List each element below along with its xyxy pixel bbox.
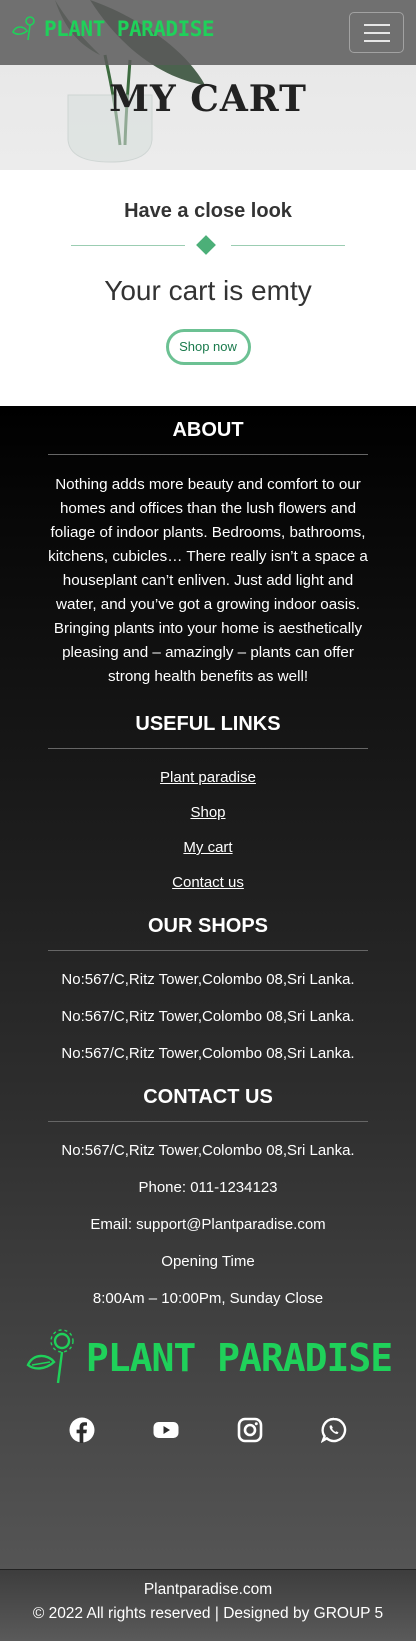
instagram-icon[interactable] bbox=[237, 1417, 263, 1443]
whatsapp-icon[interactable] bbox=[321, 1417, 347, 1443]
menu-toggle-button[interactable] bbox=[349, 12, 404, 53]
empty-cart-message: Your cart is emty bbox=[104, 275, 312, 306]
contact-email: Email: support@Plantparadise.com bbox=[90, 1216, 326, 1233]
divider bbox=[48, 454, 368, 455]
contact-address: No:567/C,Ritz Tower,Colombo 08,Sri Lanka… bbox=[61, 1142, 355, 1159]
divider bbox=[48, 748, 368, 749]
social-links bbox=[0, 1417, 416, 1443]
facebook-icon[interactable] bbox=[69, 1417, 95, 1443]
link-shop[interactable]: Shop bbox=[0, 804, 416, 821]
about-text: Nothing adds more beauty and comfort to … bbox=[48, 476, 368, 685]
shop-address: No:567/C,Ritz Tower,Colombo 08,Sri Lanka… bbox=[61, 1008, 355, 1025]
contact-heading: CONTACT US bbox=[143, 1086, 273, 1108]
link-my-cart[interactable]: My cart bbox=[0, 839, 416, 856]
about-heading: ABOUT bbox=[172, 419, 244, 441]
site-name: Plantparadise.com bbox=[143, 1581, 273, 1598]
brand-name: PLANT PARADISE bbox=[44, 17, 215, 41]
useful-links-heading: USEFUL LINKS bbox=[135, 713, 281, 735]
link-plant-paradise[interactable]: Plant paradise bbox=[0, 769, 416, 786]
sunflower-leaf-icon bbox=[12, 16, 35, 41]
divider bbox=[48, 1121, 368, 1122]
hamburger-icon bbox=[363, 23, 390, 26]
footer-logo[interactable]: PLANT PARADISE bbox=[0, 1329, 416, 1387]
footer-brand-name: PLANT PARADISE bbox=[85, 1336, 393, 1380]
divider bbox=[48, 950, 368, 951]
copyright-bar: Plantparadise.com © 2022 All rights rese… bbox=[0, 1569, 416, 1641]
footer: ABOUT Nothing adds more beauty and comfo… bbox=[0, 406, 416, 1569]
navbar: PLANT PARADISE bbox=[0, 0, 416, 65]
youtube-icon[interactable] bbox=[153, 1417, 179, 1443]
contact-list: No:567/C,Ritz Tower,Colombo 08,Sri Lanka… bbox=[0, 1142, 416, 1307]
opening-hours: 8:00Am – 10:00Pm, Sunday Close bbox=[92, 1290, 324, 1307]
sunflower-leaf-icon bbox=[26, 1329, 74, 1384]
brand-logo[interactable]: PLANT PARADISE bbox=[10, 14, 215, 44]
shop-address: No:567/C,Ritz Tower,Colombo 08,Sri Lanka… bbox=[61, 971, 355, 988]
shop-now-button[interactable]: Shop now bbox=[165, 329, 251, 365]
cart-section: Have a close look Your cart is emty Shop… bbox=[0, 170, 416, 406]
page-header: PLANT PARADISE MY CART bbox=[0, 0, 416, 170]
contact-phone: Phone: 011-1234123 bbox=[138, 1179, 278, 1196]
opening-time-label: Opening Time bbox=[161, 1253, 255, 1270]
useful-links-list: Plant paradise Shop My cart Contact us bbox=[0, 769, 416, 891]
section-divider bbox=[71, 235, 345, 255]
shop-address: No:567/C,Ritz Tower,Colombo 08,Sri Lanka… bbox=[61, 1045, 355, 1062]
our-shops-heading: OUR SHOPS bbox=[147, 915, 269, 937]
page-title: MY CART bbox=[109, 78, 307, 120]
cart-subtitle: Have a close look bbox=[124, 200, 292, 222]
diamond-icon bbox=[196, 235, 216, 255]
shops-list: No:567/C,Ritz Tower,Colombo 08,Sri Lanka… bbox=[0, 971, 416, 1062]
copyright-text: © 2022 All rights reserved | Designed by… bbox=[32, 1605, 384, 1622]
link-contact-us[interactable]: Contact us bbox=[0, 874, 416, 891]
